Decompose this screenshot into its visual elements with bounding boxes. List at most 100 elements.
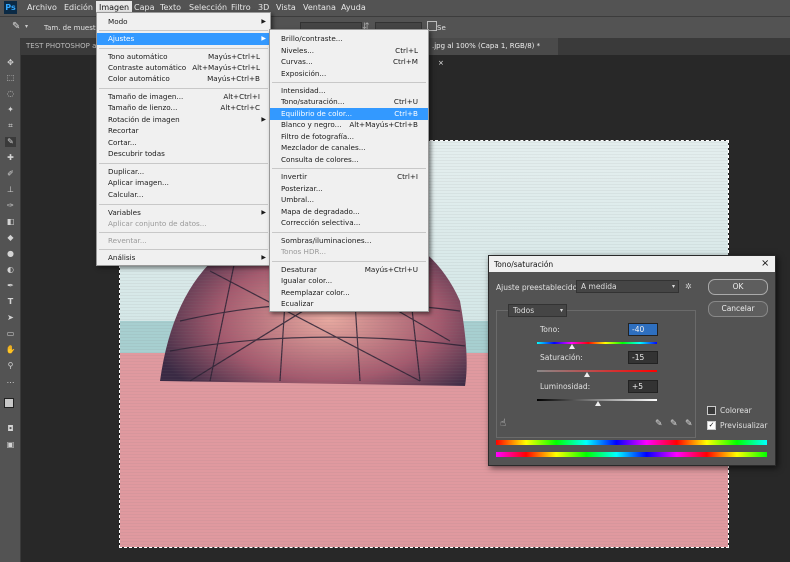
eyedropper-icon[interactable]: ✎	[655, 419, 663, 429]
menu-item-analisis[interactable]: Análisis ▶	[97, 252, 270, 264]
colorear-checkbox[interactable]	[707, 406, 716, 415]
menu-item-exposicion[interactable]: Exposición...	[270, 68, 428, 80]
menu-item-descubrir[interactable]: Descubrir todas	[97, 148, 270, 160]
luminosidad-slider-thumb[interactable]	[595, 401, 601, 406]
menu-separator	[272, 261, 426, 262]
menu-item-tono-sat[interactable]: Tono/saturación... Ctrl+U	[270, 96, 428, 108]
ajustes-label: Ajustes	[108, 34, 135, 43]
menu-separator	[272, 168, 426, 169]
stamp-tool-icon[interactable]: ⊥	[5, 185, 16, 195]
tab-close-icon[interactable]: ×	[438, 59, 444, 67]
hand-tool-icon[interactable]: ✋	[5, 345, 16, 355]
modo-label: Modo	[108, 17, 128, 26]
preset-select[interactable]: A medida ▾	[576, 280, 679, 293]
healing-tool-icon[interactable]: ✚	[5, 153, 16, 163]
menu-item-blanco-negro[interactable]: Blanco y negro... Alt+Mayús+Ctrl+B	[270, 119, 428, 131]
menu-capa[interactable]: Capa	[134, 3, 154, 12]
lasso-tool-icon[interactable]: ◌	[5, 89, 16, 99]
menu-ventana[interactable]: Ventana	[303, 3, 336, 12]
menu-item-curvas[interactable]: Curvas... Ctrl+M	[270, 56, 428, 68]
menu-item-recortar[interactable]: Recortar	[97, 125, 270, 137]
dodge-tool-icon[interactable]: ◐	[5, 265, 16, 275]
color-auto-label: Color automático	[108, 74, 170, 83]
blur-tool-icon[interactable]: ●	[5, 249, 16, 259]
menu-item-aplicar-conjunto: Aplicar conjunto de datos...	[97, 218, 270, 230]
tono-value-field[interactable]: -40	[628, 323, 658, 336]
menu-3d[interactable]: 3D	[258, 3, 269, 12]
menu-archivo[interactable]: Archivo	[27, 3, 57, 12]
menu-item-igualar[interactable]: Igualar color...	[270, 275, 428, 287]
menu-item-correccion[interactable]: Corrección selectiva...	[270, 217, 428, 229]
zoom-tool-icon[interactable]: ⚲	[5, 361, 16, 371]
brush-tool-icon[interactable]: ✐	[5, 169, 16, 179]
menu-item-ajustes[interactable]: Ajustes ▶	[97, 33, 270, 45]
cancel-button[interactable]: Cancelar	[708, 301, 768, 317]
color-bar-original	[496, 440, 767, 445]
menu-item-color-auto[interactable]: Color automático Mayús+Ctrl+B	[97, 73, 270, 85]
hand-target-icon[interactable]: ☝	[500, 418, 506, 429]
menu-item-consulta[interactable]: Consulta de colores...	[270, 154, 428, 166]
history-brush-tool-icon[interactable]: ✑	[5, 201, 16, 211]
path-select-tool-icon[interactable]: ➤	[5, 313, 16, 323]
menu-item-brillo[interactable]: Brillo/contraste...	[270, 33, 428, 45]
consulta-label: Consulta de colores...	[281, 155, 359, 164]
menu-item-reventar: Reventar...	[97, 235, 270, 247]
eyedropper-icon[interactable]: ✎	[12, 21, 20, 32]
menu-vista[interactable]: Vista	[276, 3, 296, 12]
eyedropper-tool-icon[interactable]: ✎	[5, 137, 16, 147]
saturacion-slider-track[interactable]	[537, 370, 657, 372]
quick-mask-icon[interactable]: ◘	[5, 424, 16, 434]
screen-mode-icon[interactable]: ▣	[5, 440, 16, 450]
pen-tool-icon[interactable]: ✒	[5, 281, 16, 291]
menu-item-invertir[interactable]: Invertir Ctrl+I	[270, 171, 428, 183]
menu-item-ecualizar[interactable]: Ecualizar	[270, 298, 428, 310]
previsualizar-checkbox[interactable]: ✓	[707, 421, 716, 430]
menu-edicion[interactable]: Edición	[64, 3, 93, 12]
hue-saturation-dialog: Tono/saturación × Ajuste preestablecido:…	[488, 255, 776, 466]
curvas-label: Curvas...	[281, 57, 313, 66]
rectangle-tool-icon[interactable]: ▭	[5, 329, 16, 339]
move-tool-icon[interactable]: ✥	[5, 58, 16, 68]
more-tools-icon[interactable]: ⋯	[5, 378, 16, 388]
eraser-tool-icon[interactable]: ◧	[5, 217, 16, 227]
recortar-label: Recortar	[108, 126, 139, 135]
channel-select[interactable]: Todos ▾	[508, 304, 567, 317]
crop-tool-icon[interactable]: ⌗	[5, 121, 16, 131]
tono-auto-label: Tono automático	[108, 52, 168, 61]
ok-button[interactable]: OK	[708, 279, 768, 295]
menu-ayuda[interactable]: Ayuda	[341, 3, 366, 12]
menu-item-modo[interactable]: Modo ▶	[97, 16, 270, 28]
saturacion-value-field[interactable]: -15	[628, 351, 658, 364]
menu-separator	[99, 249, 268, 250]
imagen-menu: Modo ▶ Ajustes ▶ Tono automático Mayús+Ctrl…	[96, 12, 271, 266]
menu-separator	[272, 82, 426, 83]
invertir-label: Invertir	[281, 172, 308, 181]
foreground-color-swatch[interactable]	[4, 398, 14, 408]
gear-icon[interactable]: ✲	[685, 282, 692, 291]
close-icon[interactable]: ×	[761, 258, 769, 269]
chevron-down-icon[interactable]: ▾	[25, 23, 28, 30]
eyedropper-minus-icon[interactable]: ✎	[685, 419, 693, 429]
saturacion-slider-thumb[interactable]	[584, 372, 590, 377]
menu-item-tam-lienzo[interactable]: Tamaño de lienzo... Alt+Ctrl+C	[97, 102, 270, 114]
dialog-title-bar[interactable]: Tono/saturación ×	[489, 256, 775, 272]
menu-filtro[interactable]: Filtro	[231, 3, 251, 12]
correccion-label: Corrección selectiva...	[281, 218, 361, 227]
eyedropper-plus-icon[interactable]: ✎	[670, 419, 678, 429]
menu-texto[interactable]: Texto	[160, 3, 181, 12]
color-auto-shortcut: Mayús+Ctrl+B	[207, 74, 260, 83]
tono-slider-thumb[interactable]	[569, 344, 575, 349]
quick-select-tool-icon[interactable]: ✦	[5, 105, 16, 115]
marquee-tool-icon[interactable]: ⬚	[5, 73, 16, 83]
type-tool-icon[interactable]: T	[5, 297, 16, 307]
luminosidad-value-field[interactable]: +5	[628, 380, 658, 393]
document-tab-2[interactable]: .jpg al 100% (Capa 1, RGB/8) * ×	[426, 38, 558, 67]
menu-item-calcular[interactable]: Calcular...	[97, 189, 270, 201]
menu-item-umbral[interactable]: Umbral...	[270, 194, 428, 206]
menu-seleccion[interactable]: Selección	[189, 3, 227, 12]
menu-item-aplicar-imagen[interactable]: Aplicar imagen...	[97, 177, 270, 189]
exposicion-label: Exposición...	[281, 69, 327, 78]
menu-item-mezclador[interactable]: Mezclador de canales...	[270, 142, 428, 154]
paint-bucket-tool-icon[interactable]: ◆	[5, 233, 16, 243]
tono-slider-track[interactable]	[537, 342, 657, 344]
